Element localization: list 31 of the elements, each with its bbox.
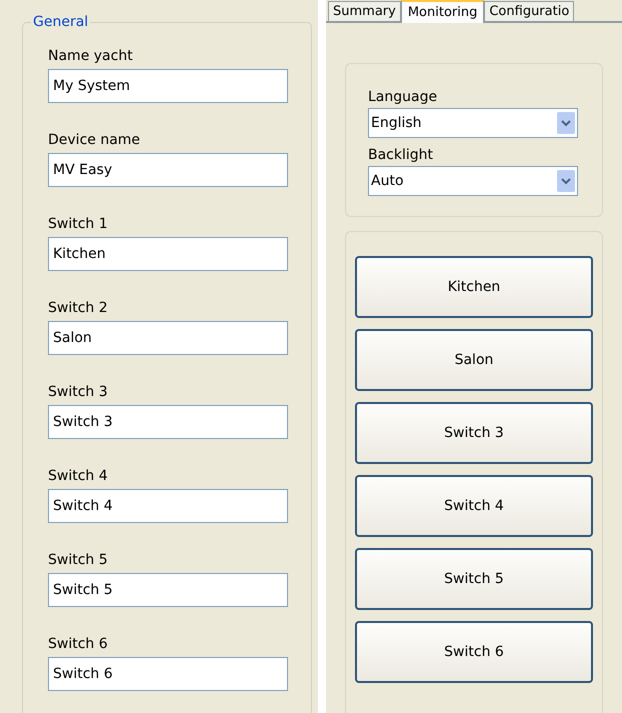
- switch-button[interactable]: Salon: [355, 329, 593, 391]
- field-label: Name yacht: [48, 47, 134, 65]
- field-label: Language: [368, 88, 438, 106]
- field-label: Switch 4: [48, 467, 109, 485]
- switch-button[interactable]: Switch 4: [355, 475, 593, 537]
- chevron-down-icon: [557, 170, 575, 192]
- text-field[interactable]: Switch 5: [48, 573, 288, 607]
- text-field[interactable]: My System: [48, 69, 288, 103]
- dropdown[interactable]: Auto: [368, 166, 578, 196]
- text-field[interactable]: MV Easy: [48, 153, 288, 187]
- tab[interactable]: Configuratio: [484, 1, 574, 21]
- tab[interactable]: Summary: [328, 1, 401, 21]
- field-label: Backlight: [368, 146, 434, 164]
- text-field[interactable]: Switch 3: [48, 405, 288, 439]
- field-label: Device name: [48, 131, 142, 149]
- field-label: Switch 2: [48, 299, 109, 317]
- text-field[interactable]: Switch 4: [48, 489, 288, 523]
- text-field[interactable]: Salon: [48, 321, 288, 355]
- field-label: Switch 3: [48, 383, 109, 401]
- switch-button[interactable]: Switch 3: [355, 402, 593, 464]
- text-field[interactable]: Switch 6: [48, 657, 288, 691]
- dropdown[interactable]: English: [368, 108, 578, 138]
- field-label: Switch 6: [48, 635, 109, 653]
- switch-button[interactable]: Switch 6: [355, 621, 593, 683]
- text-field[interactable]: Kitchen: [48, 237, 288, 271]
- tab[interactable]: Monitoring: [400, 0, 484, 23]
- field-label: Switch 1: [48, 215, 109, 233]
- switch-button[interactable]: Switch 5: [355, 548, 593, 610]
- chevron-down-icon: [557, 112, 575, 134]
- switch-button[interactable]: Kitchen: [355, 256, 593, 318]
- field-label: Switch 5: [48, 551, 109, 569]
